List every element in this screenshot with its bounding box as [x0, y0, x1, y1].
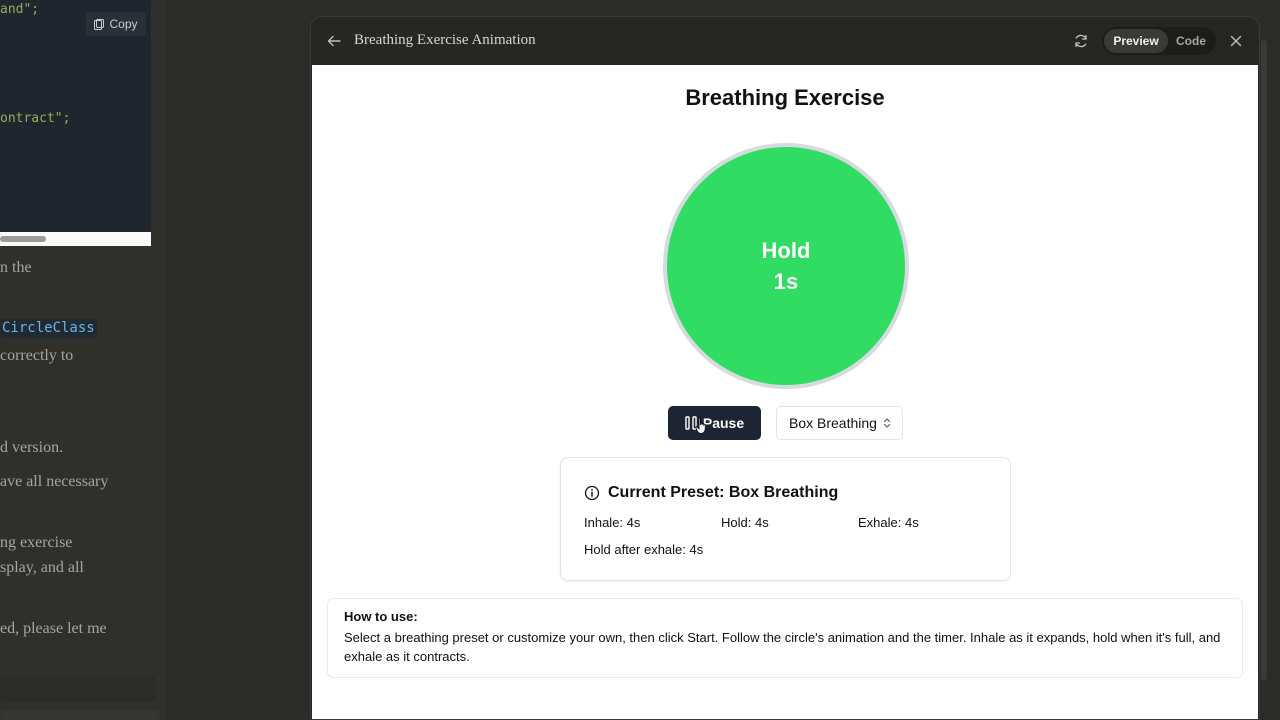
exhale-duration: Exhale: 4s — [858, 515, 919, 530]
copy-icon — [94, 18, 105, 30]
chat-text: correctly to — [0, 347, 74, 364]
code-line: and"; — [0, 2, 40, 17]
artifact-panel: Breathing Exercise Animation Preview Cod… — [310, 16, 1260, 720]
hold-after-exhale-duration: Hold after exhale: 4s — [584, 542, 704, 557]
back-arrow-icon[interactable] — [326, 33, 342, 49]
how-to-text: Select a breathing preset or customize y… — [344, 630, 1221, 664]
preset-info-heading: Current Preset: Box Breathing — [584, 484, 838, 502]
code-scrollbar[interactable] — [0, 232, 151, 246]
panel-title: Breathing Exercise Animation — [354, 32, 536, 48]
chat-text: ng exercise — [0, 534, 73, 551]
chevron-updown-icon — [883, 418, 891, 428]
refresh-icon[interactable] — [1073, 33, 1089, 49]
copy-label: Copy — [109, 17, 138, 31]
preview-area: Breathing Exercise Hold 1s Pause Box Bre… — [312, 65, 1258, 719]
code-block: and"; ontract"; Copy — [0, 0, 151, 246]
copy-button[interactable]: Copy — [86, 12, 146, 36]
preview-tab[interactable]: Preview — [1104, 29, 1168, 53]
preset-heading-text: Current Preset: Box Breathing — [608, 484, 839, 501]
cursor-hand-icon — [695, 417, 706, 435]
preset-select[interactable]: Box Breathing — [776, 406, 903, 440]
info-icon — [584, 485, 600, 501]
code-scrollbar-thumb[interactable] — [0, 236, 46, 242]
view-toggle: Preview Code — [1102, 27, 1216, 55]
window-scrollbar[interactable] — [1261, 40, 1267, 680]
chat-text: n the — [0, 259, 32, 276]
code-line: ontract"; — [0, 111, 71, 126]
how-to-title: How to use: — [344, 609, 418, 624]
breathing-circle: Hold 1s — [663, 143, 909, 389]
close-icon[interactable] — [1228, 33, 1244, 49]
preset-selected-value: Box Breathing — [789, 415, 877, 431]
panel-header: Breathing Exercise Animation Preview Cod… — [311, 17, 1259, 65]
pause-button[interactable]: Pause — [668, 406, 761, 440]
composer-input[interactable] — [0, 710, 160, 720]
chat-pane: and"; ontract"; Copy n the CircleClass c… — [0, 0, 166, 720]
pause-label: Pause — [702, 415, 745, 431]
phase-label: Hold — [761, 238, 811, 263]
chat-text: d version. — [0, 439, 64, 456]
inhale-duration: Inhale: 4s — [584, 515, 641, 530]
how-to-box: How to use: Select a breathing preset or… — [327, 598, 1243, 678]
composer-area — [0, 676, 156, 702]
app-title: Breathing Exercise — [685, 85, 885, 110]
inline-code: CircleClass — [0, 319, 97, 338]
chat-text: splay, and all — [0, 559, 84, 576]
hold-duration: Hold: 4s — [721, 515, 769, 530]
preset-info-card: Current Preset: Box Breathing Inhale: 4s… — [560, 457, 1011, 581]
code-tab[interactable]: Code — [1168, 29, 1214, 53]
chat-text: ed, please let me — [0, 620, 107, 637]
chat-text: ave all necessary — [0, 473, 109, 490]
phase-timer: 1s — [773, 269, 799, 294]
